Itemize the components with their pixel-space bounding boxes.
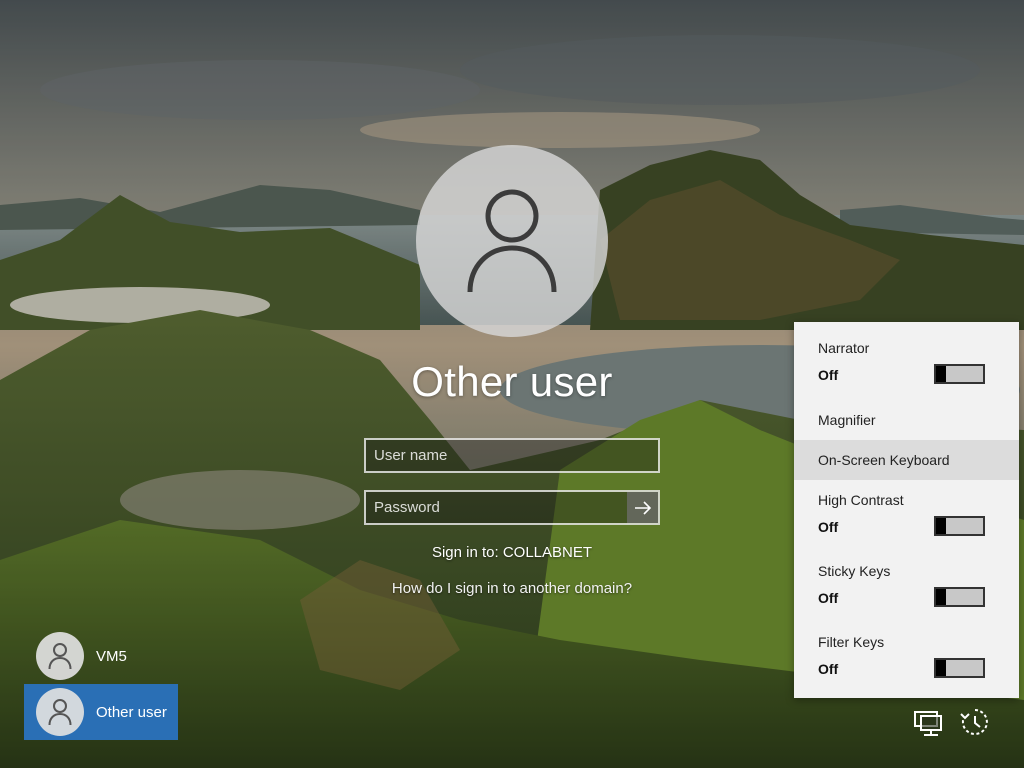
password-field[interactable] [364, 490, 660, 525]
username-field[interactable] [364, 438, 660, 473]
narrator-state: Off [818, 367, 839, 383]
filter-keys-label: Filter Keys [818, 634, 885, 650]
high-contrast-state: Off [818, 519, 839, 535]
on-screen-keyboard-label: On-Screen Keyboard [818, 452, 950, 468]
ease-of-access-button[interactable] [957, 704, 993, 740]
on-screen-keyboard-option[interactable]: On-Screen Keyboard [794, 440, 1019, 480]
username-input[interactable] [366, 440, 658, 471]
high-contrast-option: High Contrast Off [794, 488, 1019, 548]
narrator-option: Narrator Off [794, 336, 1019, 396]
user-tile-other-user[interactable]: Other user [24, 684, 178, 740]
network-button[interactable] [910, 704, 946, 740]
user-silhouette-icon [48, 642, 72, 669]
sticky-keys-label: Sticky Keys [818, 563, 891, 579]
ease-of-access-menu: Narrator Off Magnifier On-Screen Keyboar… [794, 322, 1019, 698]
sticky-keys-option: Sticky Keys Off [794, 559, 1019, 619]
sign-in-domain-text: Sign in to: COLLABNET [431, 544, 593, 561]
toggle-knob [936, 660, 946, 676]
user-tile-label: VM5 [96, 647, 127, 665]
password-input[interactable] [366, 492, 627, 523]
narrator-toggle[interactable] [934, 364, 985, 384]
user-tile-label: Other user [96, 703, 167, 721]
submit-button[interactable] [627, 492, 658, 523]
ease-of-access-icon [960, 709, 988, 735]
toggle-knob [936, 366, 946, 382]
arrow-right-icon [634, 500, 651, 515]
high-contrast-toggle[interactable] [934, 516, 985, 536]
filter-keys-state: Off [818, 661, 839, 677]
magnifier-label: Magnifier [818, 412, 876, 428]
sticky-keys-state: Off [818, 590, 839, 606]
other-domain-link[interactable]: How do I sign in to another domain? [312, 580, 712, 597]
narrator-label: Narrator [818, 340, 870, 356]
sticky-keys-toggle[interactable] [934, 587, 985, 607]
user-avatar-small [36, 688, 84, 736]
magnifier-option[interactable]: Magnifier [794, 400, 1019, 440]
filter-keys-toggle[interactable] [934, 658, 985, 678]
user-avatar-large [416, 145, 608, 337]
user-silhouette-icon [48, 698, 72, 725]
high-contrast-label: High Contrast [818, 492, 904, 508]
network-icon [914, 711, 942, 736]
toggle-knob [936, 518, 946, 534]
user-avatar-small [36, 632, 84, 680]
user-tile-vm5[interactable]: VM5 [24, 628, 178, 684]
filter-keys-option: Filter Keys Off [794, 630, 1019, 690]
toggle-knob [936, 589, 946, 605]
user-silhouette-icon [467, 189, 557, 293]
selected-user-name: Other user [411, 358, 613, 405]
